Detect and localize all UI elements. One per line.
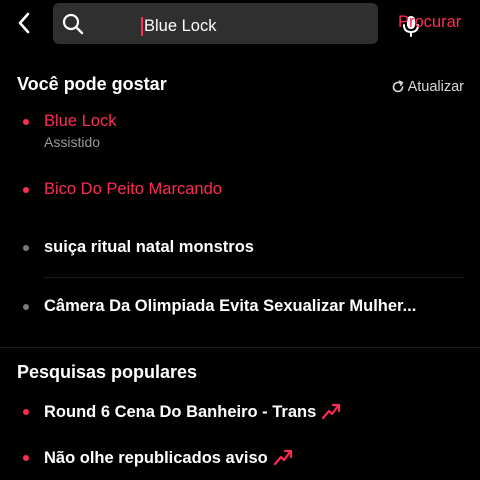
- bullet-dot: [23, 409, 29, 415]
- search-header: Procurar: [0, 0, 480, 48]
- suggestion-item[interactable]: suiça ritual natal monstros: [0, 234, 480, 262]
- refresh-button[interactable]: Atualizar: [391, 77, 464, 97]
- suggestion-label: Bico Do Peito Marcando: [44, 180, 222, 198]
- popular-item-text: Round 6 Cena Do Banheiro - Trans: [44, 402, 341, 422]
- bullet-dot: [23, 187, 29, 193]
- back-button[interactable]: [10, 8, 38, 38]
- chevron-left-icon: [18, 12, 30, 34]
- suggestion-label: Blue Lock: [44, 112, 117, 130]
- popular-item[interactable]: Não olhe republicados aviso: [0, 444, 480, 472]
- suggestions-title: Você pode gostar: [17, 74, 167, 94]
- divider: [44, 277, 464, 278]
- trending-up-icon: [322, 403, 341, 420]
- popular-item[interactable]: Round 6 Cena Do Banheiro - Trans: [0, 398, 480, 426]
- trending-up-icon: [273, 449, 292, 466]
- search-icon: [62, 13, 84, 35]
- search-input[interactable]: [144, 13, 384, 39]
- popular-title: Pesquisas populares: [17, 362, 198, 382]
- text-caret: [141, 17, 143, 36]
- suggestion-label: Câmera Da Olimpiada Evita Sexualizar Mul…: [44, 297, 417, 315]
- popular-label: Round 6 Cena Do Banheiro - Trans: [44, 403, 317, 421]
- bullet-dot: [23, 119, 29, 125]
- suggestion-sublabel: Assistido: [44, 134, 101, 150]
- suggestion-item[interactable]: Blue Lock Assistido: [0, 108, 480, 154]
- bullet-dot: [23, 245, 29, 251]
- bullet-dot: [23, 455, 29, 461]
- refresh-label: Atualizar: [407, 79, 464, 95]
- popular-item-text: Não olhe republicados aviso: [44, 448, 293, 468]
- refresh-icon: [392, 80, 403, 93]
- suggestion-item[interactable]: Câmera Da Olimpiada Evita Sexualizar Mul…: [0, 293, 480, 321]
- suggestion-item[interactable]: Bico Do Peito Marcando: [0, 176, 480, 204]
- suggestion-label: suiça ritual natal monstros: [44, 238, 254, 256]
- popular-label: Não olhe republicados aviso: [44, 449, 268, 467]
- search-box[interactable]: [53, 3, 419, 44]
- section-divider: [0, 347, 480, 348]
- search-screen: Procurar Você pode gostar Atualizar Blue…: [0, 0, 480, 480]
- search-submit-button[interactable]: Procurar: [398, 13, 461, 32]
- bullet-dot: [23, 304, 29, 310]
